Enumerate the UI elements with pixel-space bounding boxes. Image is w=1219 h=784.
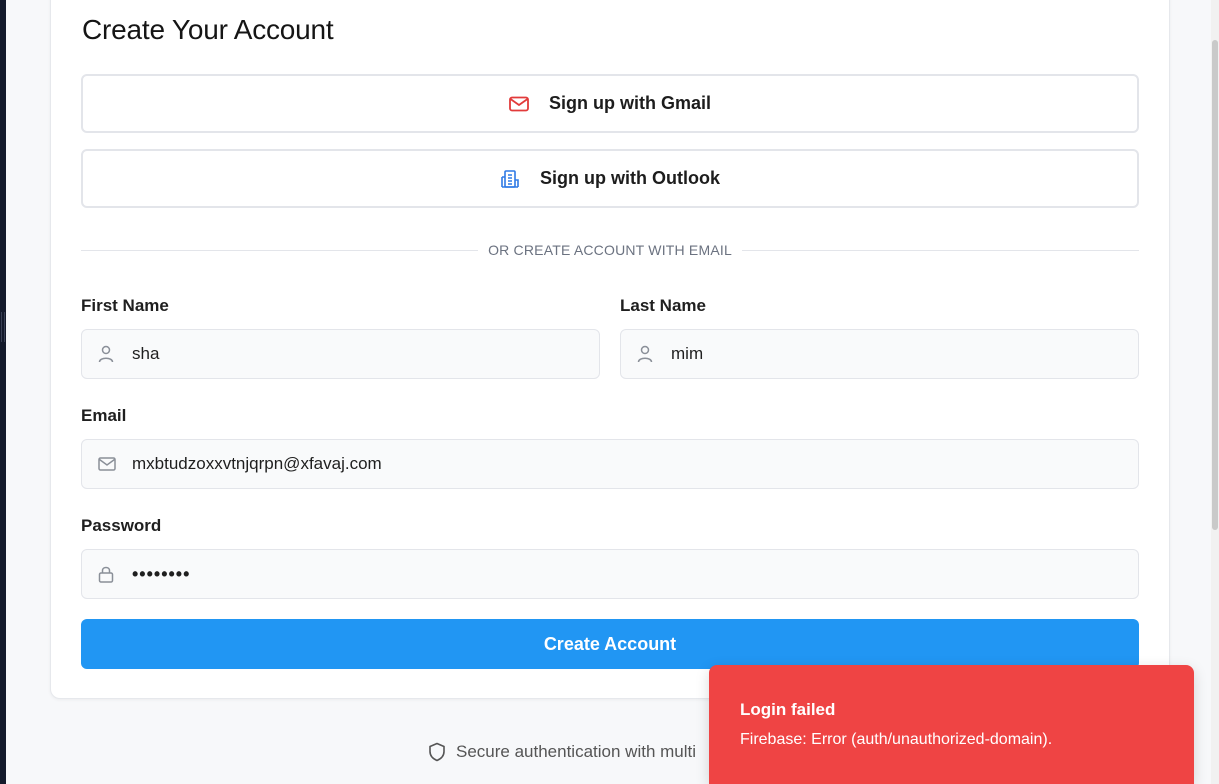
- password-value: ••••••••: [132, 563, 191, 584]
- signup-outlook-button[interactable]: Sign up with Outlook: [81, 149, 1139, 208]
- first-name-label: First Name: [81, 296, 169, 315]
- first-name-value: sha: [132, 344, 160, 363]
- shield-icon: [428, 742, 446, 762]
- left-panel-edge: [0, 0, 6, 784]
- password-field[interactable]: ••••••••: [81, 549, 1139, 599]
- last-name-value: mim: [671, 344, 704, 363]
- password-label: Password: [81, 516, 162, 535]
- user-icon: [98, 345, 116, 363]
- secure-auth-note: Secure authentication with multi: [428, 742, 696, 762]
- toast-title: Login failed: [740, 700, 836, 719]
- resize-handle[interactable]: [1, 312, 5, 342]
- last-name-label: Last Name: [620, 296, 706, 315]
- user-icon: [637, 345, 655, 363]
- toast-message: Firebase: Error (auth/unauthorized-domai…: [740, 731, 1053, 748]
- or-divider: OR CREATE ACCOUNT WITH EMAIL: [81, 240, 1140, 260]
- page-title: Create Your Account: [82, 14, 334, 45]
- mail-icon: [98, 457, 116, 471]
- divider-line-left: [81, 249, 479, 251]
- building-icon: [500, 169, 520, 189]
- secure-auth-text: Secure authentication with multi: [456, 742, 697, 761]
- mail-icon: [509, 96, 529, 112]
- signup-gmail-button[interactable]: Sign up with Gmail: [81, 74, 1139, 133]
- last-name-field[interactable]: mim: [620, 329, 1139, 379]
- scrollbar-thumb[interactable]: [1212, 40, 1218, 530]
- create-account-button[interactable]: Create Account: [81, 619, 1139, 669]
- email-value: mxbtudzoxxvtnjqrpn@xfavaj.com: [132, 454, 382, 473]
- scrollbar[interactable]: [1211, 0, 1219, 784]
- first-name-field[interactable]: sha: [81, 329, 600, 379]
- divider-text: OR CREATE ACCOUNT WITH EMAIL: [488, 242, 732, 258]
- signup-gmail-label: Sign up with Gmail: [549, 93, 711, 113]
- email-field[interactable]: mxbtudzoxxvtnjqrpn@xfavaj.com: [81, 439, 1139, 489]
- email-label: Email: [81, 406, 127, 425]
- signup-outlook-label: Sign up with Outlook: [540, 168, 720, 188]
- error-toast[interactable]: Login failed Firebase: Error (auth/unaut…: [709, 665, 1194, 784]
- lock-icon: [98, 565, 116, 583]
- divider-line-right: [741, 249, 1140, 251]
